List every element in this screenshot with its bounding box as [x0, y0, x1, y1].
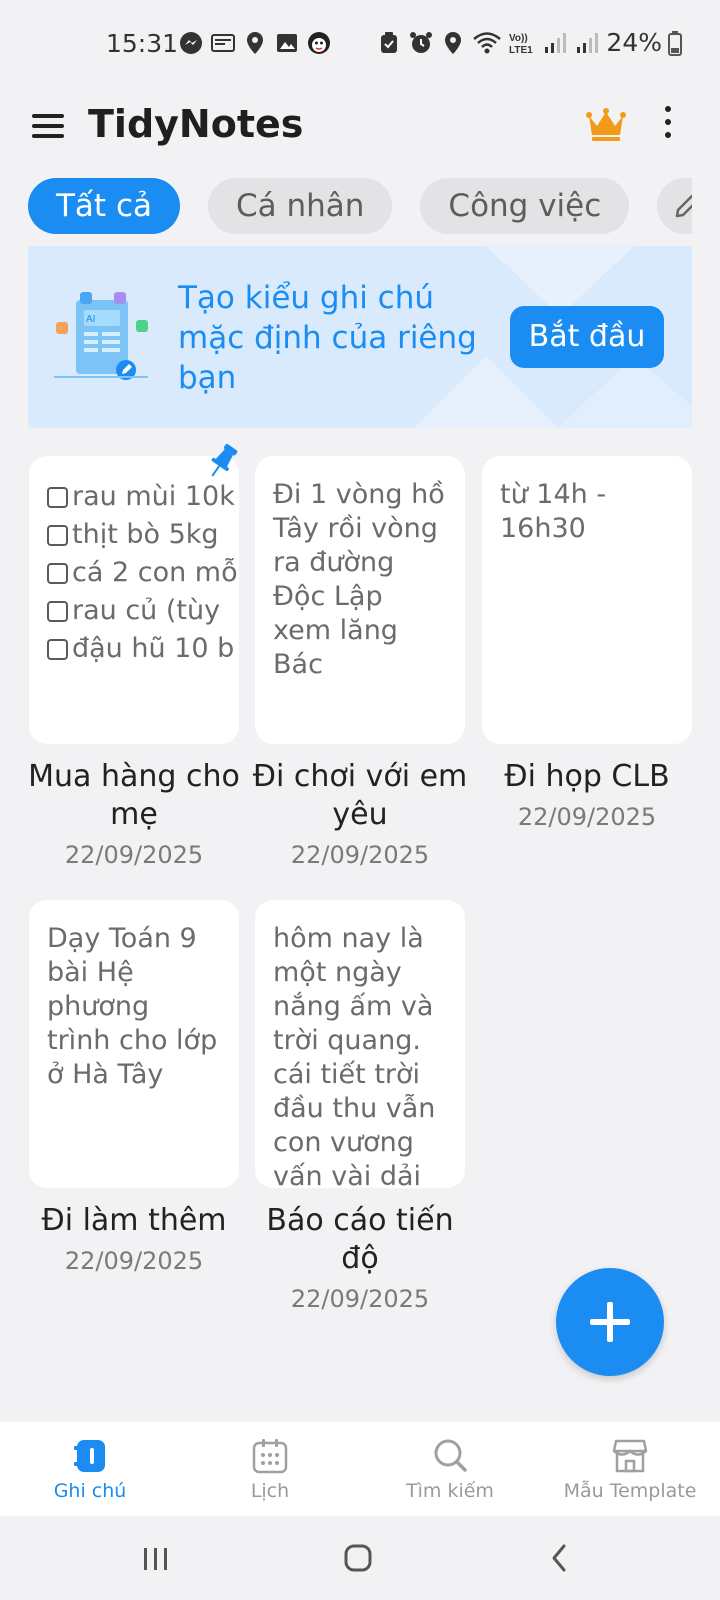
- checklist-item-text: cá 2 con mỗi: [72, 557, 239, 588]
- recents-icon[interactable]: [136, 1538, 176, 1578]
- more-vert-icon[interactable]: [656, 102, 680, 146]
- calendar-icon: [252, 1439, 288, 1474]
- note-card[interactable]: từ 14h - 16h30: [482, 456, 692, 744]
- crown-icon[interactable]: [584, 104, 628, 144]
- wifi-icon: [473, 31, 502, 53]
- note-title-text: Đi làm thêm: [41, 1203, 227, 1238]
- note-template-illustration: AI: [54, 292, 148, 380]
- nav-label: Mẫu Template: [563, 1480, 697, 1502]
- app-bar: TidyNotes: [0, 88, 720, 164]
- home-icon[interactable]: [338, 1538, 378, 1578]
- banner-text: Tạo kiểu ghi chú mặc định của riêng bạn: [178, 280, 477, 396]
- signal-icon: [577, 32, 599, 53]
- news-icon: [211, 34, 235, 52]
- nav-label: Ghi chú: [53, 1480, 127, 1502]
- checkbox[interactable]: [47, 486, 68, 508]
- add-note-button[interactable]: [556, 1268, 664, 1376]
- note-title-text: Mua hàng cho mẹ: [28, 759, 240, 832]
- nav-item-calendar[interactable]: Lịch: [180, 1422, 360, 1516]
- start-button[interactable]: Bắt đầu: [510, 306, 664, 368]
- tab-work[interactable]: Công việc: [420, 178, 630, 234]
- checkbox[interactable]: [47, 562, 68, 584]
- nav-item-templates[interactable]: Mẫu Template: [540, 1422, 720, 1516]
- pencil-icon: [676, 194, 692, 218]
- note-date: 22/09/2025: [64, 841, 204, 869]
- svg-text:Vo)): Vo)): [509, 33, 528, 44]
- checklist-item-text: rau củ (tùy: [72, 595, 221, 626]
- system-nav-bar: [0, 1516, 720, 1600]
- search-icon: [434, 1439, 467, 1472]
- note-card[interactable]: Dạy Toán 9 bài Hệ phương trình cho lớp ở…: [29, 900, 239, 1188]
- location-icon: [247, 32, 263, 54]
- note-date: 22/09/2025: [517, 803, 657, 831]
- checklist-item[interactable]: rau củ (tùy: [47, 592, 221, 630]
- note-title-text: Đi chơi với em yêu: [252, 759, 468, 832]
- tab-personal[interactable]: Cá nhân: [207, 178, 393, 234]
- checklist-item[interactable]: rau mùi 10k: [47, 478, 235, 516]
- notification-icons: [178, 30, 332, 56]
- tab-all[interactable]: Tất cả: [28, 178, 180, 234]
- note-card[interactable]: hôm nay là một ngày nắng ấm và trời quan…: [255, 900, 465, 1188]
- status-bar: 15:31 Vo)) LTE1 24%: [0, 0, 720, 88]
- note-date: 22/09/2025: [64, 1247, 204, 1275]
- note-title[interactable]: Đi chơi với em yêu 22/09/2025: [249, 758, 471, 874]
- location-icon: [445, 31, 462, 54]
- note-icon: [74, 1440, 105, 1472]
- hamburger-icon[interactable]: [28, 108, 68, 144]
- nav-label: Tìm kiếm: [406, 1480, 494, 1502]
- note-body: Đi 1 vòng hồ Tây rồi vòng ra đường Độc L…: [273, 479, 454, 680]
- note-title-text: Đi họp CLB: [504, 759, 670, 794]
- note-body: Dạy Toán 9 bài Hệ phương trình cho lớp ở…: [47, 923, 226, 1090]
- note-title[interactable]: Đi làm thêm 22/09/2025: [23, 1202, 245, 1280]
- nav-item-search[interactable]: Tìm kiếm: [360, 1422, 540, 1516]
- note-title-text: Báo cáo tiến độ: [266, 1203, 454, 1276]
- app-title: TidyNotes: [88, 102, 304, 146]
- checklist-item-text: rau mùi 10k: [72, 481, 235, 512]
- note-body: hôm nay là một ngày nắng ấm và trời quan…: [273, 923, 445, 1188]
- pin-icon: [211, 444, 238, 477]
- checklist: rau mùi 10k thịt bò 5kg cá 2 con mỗi rau…: [47, 478, 239, 668]
- status-time: 15:31: [106, 29, 179, 58]
- image-icon: [277, 34, 297, 52]
- note-title[interactable]: Mua hàng cho mẹ 22/09/2025: [23, 758, 245, 874]
- store-icon: [612, 1439, 648, 1473]
- shield-icon: [381, 31, 398, 53]
- face-app-icon: [308, 32, 330, 54]
- checkbox[interactable]: [47, 638, 68, 660]
- checkbox[interactable]: [47, 524, 68, 546]
- note-title[interactable]: Báo cáo tiến độ 22/09/2025: [249, 1202, 471, 1318]
- battery-icon: [668, 30, 682, 56]
- tab-edit[interactable]: [657, 178, 692, 234]
- signal-icon: [545, 32, 567, 53]
- note-card[interactable]: rau mùi 10k thịt bò 5kg cá 2 con mỗi rau…: [29, 456, 239, 744]
- category-tabs: Tất cả Cá nhân Công việc: [28, 178, 692, 236]
- promo-banner[interactable]: AI Tạo kiểu ghi chú mặc định của riêng b…: [28, 246, 692, 428]
- system-status-icons: Vo)) LTE1 24%: [376, 28, 682, 57]
- checklist-item-text: thịt bò 5kg: [72, 519, 219, 550]
- nav-item-notes[interactable]: Ghi chú: [0, 1422, 180, 1516]
- note-date: 22/09/2025: [290, 841, 430, 869]
- alarm-icon: [410, 31, 433, 53]
- checklist-item[interactable]: thịt bò 5kg: [47, 516, 221, 554]
- messenger-icon: [180, 32, 202, 54]
- checklist-item[interactable]: cá 2 con mỗi: [47, 554, 239, 592]
- note-date: 22/09/2025: [290, 1285, 430, 1313]
- note-title[interactable]: Đi họp CLB 22/09/2025: [476, 758, 698, 836]
- note-body: từ 14h - 16h30: [500, 479, 615, 544]
- bottom-nav: Ghi chú Lịch Tìm kiếm Mẫu Template: [0, 1422, 720, 1516]
- note-card[interactable]: Đi 1 vòng hồ Tây rồi vòng ra đường Độc L…: [255, 456, 465, 744]
- checkbox[interactable]: [47, 600, 68, 622]
- battery-percent: 24%: [606, 28, 662, 57]
- svg-text:LTE1: LTE1: [509, 45, 533, 56]
- checklist-item[interactable]: đậu hũ 10 b: [47, 630, 234, 668]
- back-icon[interactable]: [540, 1538, 580, 1578]
- banner-art-label: AI: [86, 314, 95, 325]
- checklist-item-text: đậu hũ 10 b: [72, 633, 235, 664]
- volte-icon: Vo))LTE1: [509, 33, 533, 56]
- nav-label: Lịch: [250, 1480, 290, 1502]
